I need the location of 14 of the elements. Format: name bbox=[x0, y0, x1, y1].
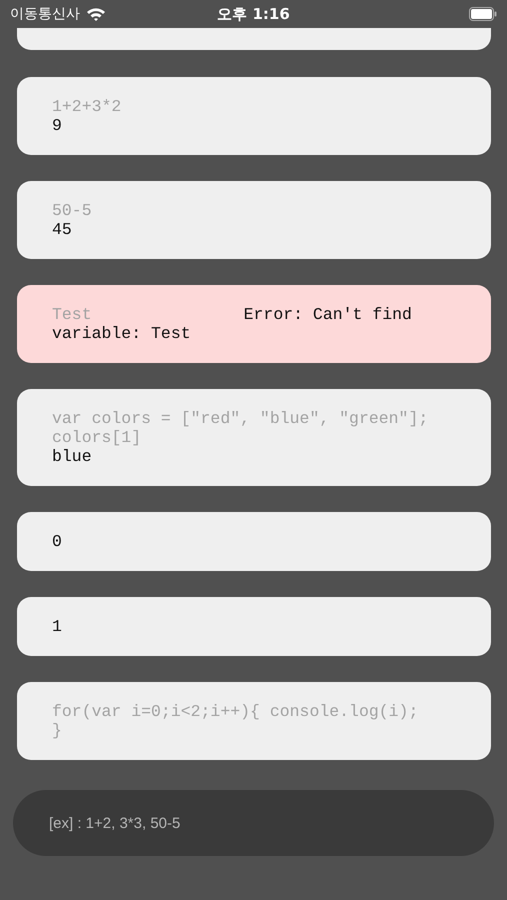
expression-text: for(var i=0;i<2;i++){ console.log(i); } bbox=[52, 702, 420, 740]
expression-text: 50-5 bbox=[52, 201, 93, 220]
wifi-icon bbox=[86, 7, 106, 21]
result-text: 0 bbox=[52, 532, 63, 551]
carrier-name: 이동통신사 bbox=[10, 5, 80, 23]
result-text: 9 bbox=[52, 116, 63, 135]
battery-icon bbox=[469, 7, 497, 21]
expression-text: var colors = ["red", "blue", "green"]; colors[1] bbox=[52, 409, 430, 447]
result-text: 1 bbox=[52, 617, 63, 636]
expression-text: 1+2+3*2 bbox=[52, 97, 122, 116]
clock-time: 오후 1:16 bbox=[217, 4, 290, 24]
result-text: blue bbox=[52, 447, 93, 466]
result-text: 45 bbox=[52, 220, 73, 239]
error-text: Test Error: Can't find variable: Test bbox=[52, 305, 413, 343]
